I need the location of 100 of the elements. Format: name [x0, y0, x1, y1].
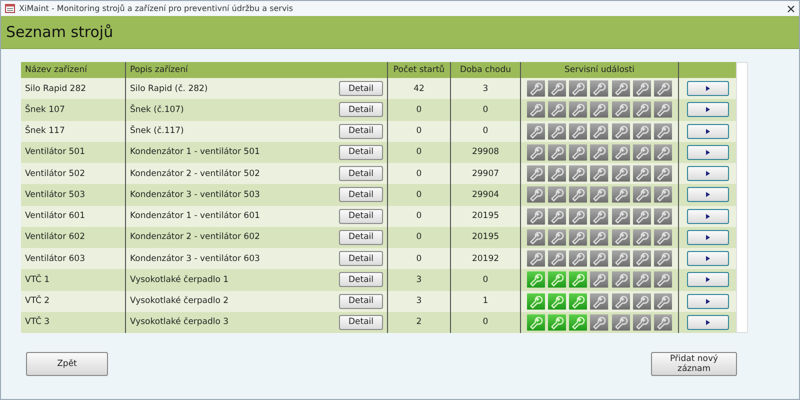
wrench-icon[interactable]: [612, 208, 630, 225]
wrench-icon[interactable]: [569, 228, 588, 246]
wrench-icon[interactable]: [548, 228, 566, 246]
wrench-icon[interactable]: [527, 271, 546, 288]
wrench-icon[interactable]: [548, 165, 566, 182]
wrench-icon[interactable]: [569, 186, 588, 204]
wrench-icon[interactable]: [654, 314, 672, 331]
wrench-icon[interactable]: [612, 165, 630, 182]
wrench-icon[interactable]: [590, 165, 609, 182]
wrench-icon[interactable]: [527, 186, 546, 204]
wrench-icon[interactable]: [527, 208, 546, 225]
wrench-icon[interactable]: [548, 144, 566, 161]
wrench-icon[interactable]: [612, 314, 630, 331]
scrollbar[interactable]: [736, 62, 748, 333]
wrench-icon[interactable]: [590, 292, 609, 310]
wrench-icon[interactable]: [632, 271, 651, 288]
wrench-icon[interactable]: [612, 144, 630, 161]
open-button[interactable]: [686, 102, 728, 118]
wrench-icon[interactable]: [654, 208, 672, 225]
wrench-icon[interactable]: [590, 122, 609, 140]
wrench-icon[interactable]: [527, 250, 546, 268]
wrench-icon[interactable]: [590, 186, 609, 204]
detail-button[interactable]: Detail: [339, 272, 383, 288]
wrench-icon[interactable]: [527, 80, 546, 98]
detail-button[interactable]: Detail: [339, 187, 383, 202]
wrench-icon[interactable]: [590, 144, 609, 161]
wrench-icon[interactable]: [569, 122, 588, 140]
wrench-icon[interactable]: [590, 101, 609, 118]
wrench-icon[interactable]: [632, 80, 651, 98]
wrench-icon[interactable]: [632, 250, 651, 268]
wrench-icon[interactable]: [654, 271, 672, 288]
wrench-icon[interactable]: [590, 314, 609, 331]
detail-button[interactable]: Detail: [339, 166, 383, 182]
detail-button[interactable]: Detail: [339, 124, 383, 139]
detail-button[interactable]: Detail: [339, 314, 383, 330]
wrench-icon[interactable]: [654, 122, 672, 140]
wrench-icon[interactable]: [632, 314, 651, 331]
detail-button[interactable]: Detail: [339, 81, 383, 96]
wrench-icon[interactable]: [632, 186, 651, 204]
wrench-icon[interactable]: [654, 186, 672, 204]
wrench-icon[interactable]: [612, 186, 630, 204]
detail-button[interactable]: Detail: [339, 230, 383, 245]
wrench-icon[interactable]: [569, 144, 588, 161]
back-button[interactable]: Zpět: [26, 352, 108, 376]
detail-button[interactable]: Detail: [339, 294, 383, 309]
wrench-icon[interactable]: [590, 271, 609, 288]
wrench-icon[interactable]: [548, 208, 566, 225]
wrench-icon[interactable]: [654, 228, 672, 246]
wrench-icon[interactable]: [527, 122, 546, 140]
open-button[interactable]: [686, 314, 728, 330]
wrench-icon[interactable]: [569, 101, 588, 118]
wrench-icon[interactable]: [569, 292, 588, 310]
wrench-icon[interactable]: [654, 292, 672, 310]
open-button[interactable]: [686, 166, 728, 182]
wrench-icon[interactable]: [569, 80, 588, 98]
wrench-icon[interactable]: [632, 165, 651, 182]
wrench-icon[interactable]: [632, 122, 651, 140]
wrench-icon[interactable]: [612, 228, 630, 246]
wrench-icon[interactable]: [527, 144, 546, 161]
wrench-icon[interactable]: [654, 144, 672, 161]
wrench-icon[interactable]: [527, 292, 546, 310]
wrench-icon[interactable]: [569, 314, 588, 331]
wrench-icon[interactable]: [569, 250, 588, 268]
wrench-icon[interactable]: [590, 228, 609, 246]
add-record-button[interactable]: Přidat nový záznam: [651, 352, 737, 376]
close-icon[interactable]: [787, 4, 795, 12]
wrench-icon[interactable]: [590, 208, 609, 225]
wrench-icon[interactable]: [612, 101, 630, 118]
wrench-icon[interactable]: [632, 144, 651, 161]
wrench-icon[interactable]: [569, 165, 588, 182]
wrench-icon[interactable]: [527, 228, 546, 246]
wrench-icon[interactable]: [612, 80, 630, 98]
open-button[interactable]: [686, 187, 728, 202]
wrench-icon[interactable]: [632, 101, 651, 118]
detail-button[interactable]: Detail: [339, 251, 383, 266]
open-button[interactable]: [686, 230, 728, 245]
wrench-icon[interactable]: [632, 208, 651, 225]
open-button[interactable]: [686, 124, 728, 139]
wrench-icon[interactable]: [548, 80, 566, 98]
wrench-icon[interactable]: [548, 122, 566, 140]
wrench-icon[interactable]: [654, 250, 672, 268]
open-button[interactable]: [686, 208, 728, 224]
wrench-icon[interactable]: [612, 250, 630, 268]
detail-button[interactable]: Detail: [339, 208, 383, 224]
detail-button[interactable]: Detail: [339, 102, 383, 118]
wrench-icon[interactable]: [612, 292, 630, 310]
wrench-icon[interactable]: [612, 122, 630, 140]
wrench-icon[interactable]: [548, 101, 566, 118]
wrench-icon[interactable]: [654, 80, 672, 98]
open-button[interactable]: [686, 294, 728, 309]
open-button[interactable]: [686, 251, 728, 266]
wrench-icon[interactable]: [590, 250, 609, 268]
wrench-icon[interactable]: [527, 165, 546, 182]
wrench-icon[interactable]: [548, 271, 566, 288]
wrench-icon[interactable]: [632, 228, 651, 246]
wrench-icon[interactable]: [548, 314, 566, 331]
wrench-icon[interactable]: [548, 292, 566, 310]
wrench-icon[interactable]: [654, 165, 672, 182]
detail-button[interactable]: Detail: [339, 144, 383, 160]
wrench-icon[interactable]: [632, 292, 651, 310]
